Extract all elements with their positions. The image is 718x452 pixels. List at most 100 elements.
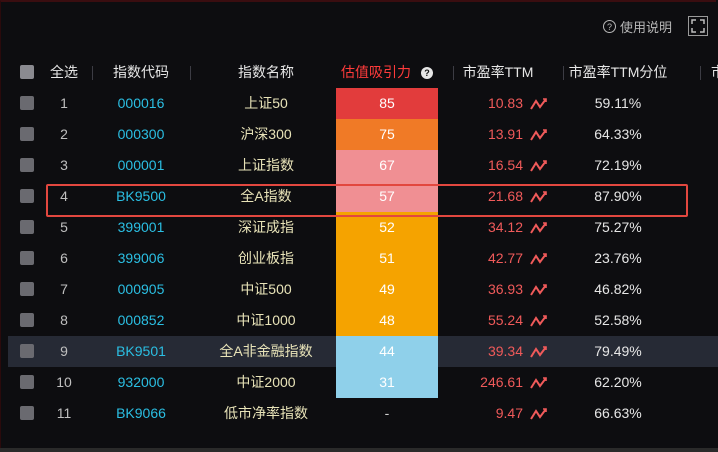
index-name[interactable]: 全A非金融指数	[190, 336, 342, 367]
row-checkbox[interactable]	[20, 375, 34, 389]
row-index: 3	[60, 157, 68, 173]
row-checkbox[interactable]	[20, 313, 34, 327]
pe-ttm[interactable]: 246.61	[438, 367, 558, 398]
score-value: 48	[336, 305, 438, 336]
table-row[interactable]: 7 000905 中证500 49 36.93 46.82%	[8, 274, 718, 305]
toolbar: ? 使用说明	[0, 0, 718, 52]
row-checkbox[interactable]	[20, 406, 34, 420]
trend-chart-icon[interactable]	[529, 376, 549, 390]
index-code[interactable]: 000016	[92, 88, 190, 119]
trend-chart-icon[interactable]	[529, 314, 549, 328]
pe-percentile: 46.82%	[594, 281, 642, 297]
header-code[interactable]: 指数代码	[92, 57, 190, 88]
table-row[interactable]: 1 000016 上证50 85 10.83 59.11%	[8, 88, 718, 119]
header-score[interactable]: 估值吸引力?	[336, 57, 438, 88]
index-code[interactable]: BK9066	[92, 398, 190, 429]
trend-chart-icon[interactable]	[529, 159, 549, 173]
index-code[interactable]: 000300	[92, 119, 190, 150]
pe-percentile: 59.11%	[594, 95, 642, 111]
index-name[interactable]: 创业板指	[190, 243, 342, 274]
select-all-checkbox[interactable]	[20, 65, 34, 79]
trend-chart-icon[interactable]	[529, 128, 549, 142]
trend-chart-icon[interactable]	[529, 345, 549, 359]
index-name[interactable]: 中证500	[190, 274, 342, 305]
pe-value: 42.77	[487, 250, 523, 266]
fullscreen-icon	[691, 19, 705, 33]
pe-percentile: 79.49%	[594, 343, 642, 359]
row-checkbox[interactable]	[20, 158, 34, 172]
index-name[interactable]: 低市净率指数	[190, 398, 342, 429]
valuation-score: -	[336, 398, 438, 429]
header-select-all[interactable]: 全选	[44, 57, 84, 88]
help-link[interactable]: ? 使用说明	[602, 17, 672, 35]
trend-chart-icon[interactable]	[529, 221, 549, 235]
table-row[interactable]: 11 BK9066 低市净率指数 - 9.47 66.63%	[8, 398, 718, 429]
index-code[interactable]: 000001	[92, 150, 190, 181]
pe-value: 55.24	[487, 312, 523, 328]
row-checkbox[interactable]	[20, 189, 34, 203]
header-name[interactable]: 指数名称	[190, 57, 342, 88]
pe-ttm[interactable]: 42.77	[438, 243, 558, 274]
index-name[interactable]: 上证50	[190, 88, 342, 119]
pe-ttm[interactable]: 39.34	[438, 336, 558, 367]
row-checkbox[interactable]	[20, 282, 34, 296]
valuation-score: 67	[336, 150, 438, 181]
table-row[interactable]: 3 000001 上证指数 67 16.54 72.19%	[8, 150, 718, 181]
table-row[interactable]: 6 399006 创业板指 51 42.77 23.76%	[8, 243, 718, 274]
row-index: 9	[60, 343, 68, 359]
row-checkbox[interactable]	[20, 127, 34, 141]
pe-ttm[interactable]: 16.54	[438, 150, 558, 181]
row-checkbox[interactable]	[20, 344, 34, 358]
pe-percentile: 23.76%	[594, 250, 642, 266]
header-pe-percentile[interactable]: 市盈率TTM分位	[558, 57, 678, 88]
table-header: 全选 指数代码 指数名称 估值吸引力? 市盈率TTM 市盈率TTM分位 市	[8, 57, 718, 88]
trend-chart-icon[interactable]	[529, 252, 549, 266]
index-code[interactable]: 399006	[92, 243, 190, 274]
index-code[interactable]: 932000	[92, 367, 190, 398]
index-code[interactable]: BK9501	[92, 336, 190, 367]
score-value: 67	[336, 150, 438, 181]
help-label: 使用说明	[619, 19, 672, 35]
pe-ttm[interactable]: 13.91	[438, 119, 558, 150]
pe-value: 39.34	[487, 343, 523, 359]
index-name[interactable]: 中证1000	[190, 305, 342, 336]
table-row[interactable]: 8 000852 中证1000 48 55.24 52.58%	[8, 305, 718, 336]
pe-value: 10.83	[487, 95, 523, 111]
pe-ttm[interactable]: 10.83	[438, 88, 558, 119]
pe-ttm[interactable]: 55.24	[438, 305, 558, 336]
score-value: 44	[336, 336, 438, 367]
row-index: 6	[60, 250, 68, 266]
pe-value: 16.54	[487, 157, 523, 173]
trend-chart-icon[interactable]	[529, 283, 549, 297]
score-value: 51	[336, 243, 438, 274]
table-row[interactable]: 2 000300 沪深300 75 13.91 64.33%	[8, 119, 718, 150]
index-code[interactable]: 000905	[92, 274, 190, 305]
fullscreen-button[interactable]	[688, 16, 708, 36]
trend-chart-icon[interactable]	[529, 407, 549, 421]
table-row[interactable]: 9 BK9501 全A非金融指数 44 39.34 79.49%	[8, 336, 718, 367]
pe-ttm[interactable]: 36.93	[438, 274, 558, 305]
header-more[interactable]: 市	[708, 57, 718, 88]
valuation-score: 49	[336, 274, 438, 305]
index-name[interactable]: 沪深300	[190, 119, 342, 150]
row-checkbox[interactable]	[20, 251, 34, 265]
index-name[interactable]: 上证指数	[190, 150, 342, 181]
pe-percentile: 72.19%	[594, 157, 642, 173]
row-index: 1	[60, 95, 68, 111]
table-row[interactable]: 10 932000 中证2000 31 246.61 62.20%	[8, 367, 718, 398]
score-value: 85	[336, 88, 438, 119]
header-pe[interactable]: 市盈率TTM	[438, 57, 558, 88]
header-score-label: 估值吸引力	[341, 64, 411, 80]
trend-chart-icon[interactable]	[529, 97, 549, 111]
pe-percentile: 64.33%	[594, 126, 642, 142]
index-code[interactable]: 000852	[92, 305, 190, 336]
index-name[interactable]: 中证2000	[190, 367, 342, 398]
valuation-score: 44	[336, 336, 438, 367]
row-checkbox[interactable]	[20, 96, 34, 110]
info-icon[interactable]: ?	[421, 67, 433, 80]
bottom-scrollbar[interactable]	[0, 448, 718, 452]
valuation-score: 48	[336, 305, 438, 336]
row-checkbox[interactable]	[20, 220, 34, 234]
score-value: 75	[336, 119, 438, 150]
pe-ttm[interactable]: 9.47	[438, 398, 558, 429]
